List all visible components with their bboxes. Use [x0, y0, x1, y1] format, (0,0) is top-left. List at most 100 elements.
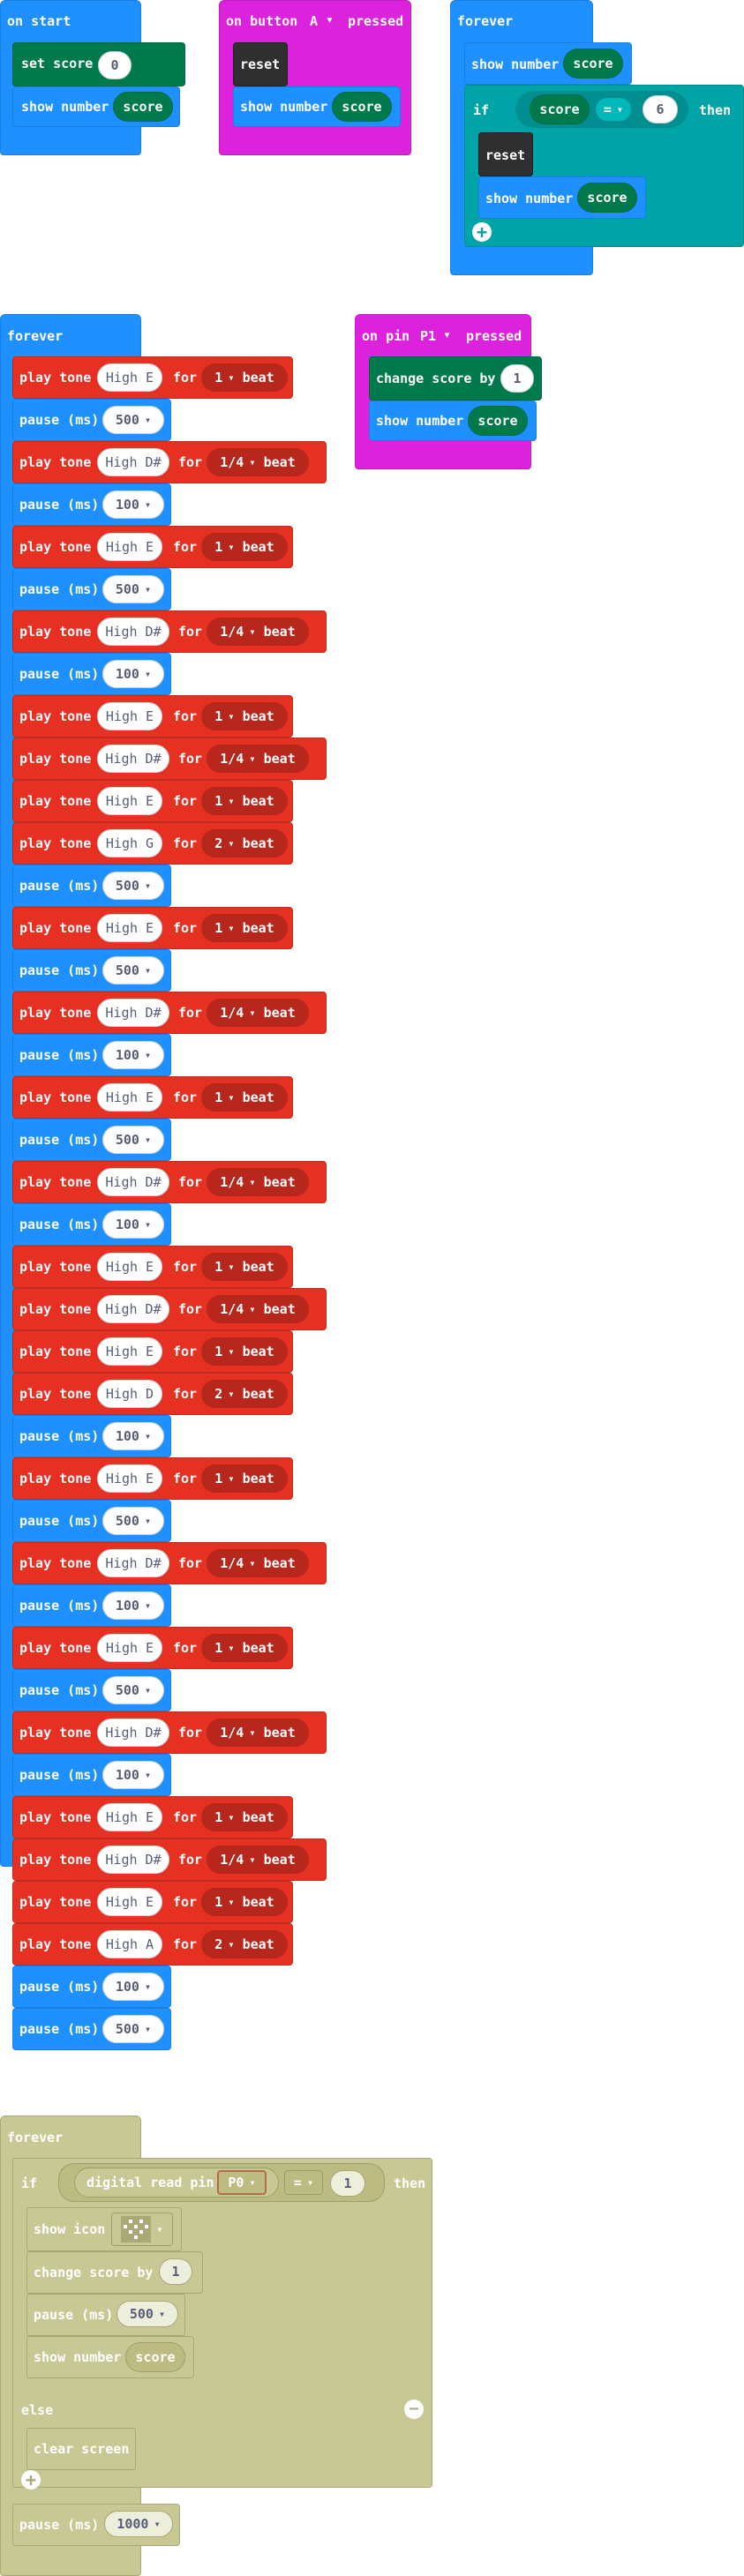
pause-value-dropdown[interactable]: 500 ▾ — [102, 1126, 164, 1154]
compare-value-input[interactable]: 6 — [643, 95, 678, 124]
note-input[interactable]: High E — [97, 1253, 162, 1281]
operator-dropdown[interactable]: = ▾ — [595, 97, 632, 122]
score-variable[interactable]: score — [563, 49, 623, 79]
score-variable[interactable]: score — [577, 183, 637, 213]
note-input[interactable]: High D# — [97, 999, 169, 1027]
chevron-down-icon: ▾ — [228, 1938, 235, 1951]
pause-value-dropdown[interactable]: 100 ▾ — [102, 1041, 164, 1069]
pin-p0-dropdown[interactable]: P0 ▾ — [217, 2170, 267, 2195]
beat-dropdown[interactable]: 1 ▾ beat — [201, 702, 288, 730]
for-label: for — [173, 1809, 198, 1825]
for-label: for — [178, 1174, 203, 1190]
set-score-value-input[interactable]: 0 — [98, 51, 132, 79]
pause-value-dropdown[interactable]: 1000 ▾ — [104, 2511, 173, 2537]
beat-label: beat — [263, 1852, 296, 1868]
note-input[interactable]: High D# — [97, 1168, 169, 1196]
pause-value-dropdown[interactable]: 500 ▾ — [102, 575, 164, 603]
note-input[interactable]: High D# — [97, 1549, 169, 1577]
note-input[interactable]: High E — [97, 787, 162, 815]
pause-value-dropdown[interactable]: 100 ▾ — [102, 1973, 164, 2001]
beat-dropdown[interactable]: 1 ▾ beat — [201, 1337, 288, 1366]
note-input[interactable]: High E — [97, 363, 162, 392]
pause-value-dropdown[interactable]: 500 ▾ — [116, 2301, 178, 2327]
beat-dropdown[interactable]: 1/4 ▾ beat — [207, 999, 309, 1027]
pause-value-dropdown[interactable]: 100 ▾ — [102, 1761, 164, 1789]
beat-dropdown[interactable]: 1 ▾ beat — [201, 1634, 288, 1662]
pause-value-dropdown[interactable]: 500 ▾ — [102, 956, 164, 985]
note-input[interactable]: High D# — [97, 1846, 169, 1874]
beat-label: beat — [242, 1809, 274, 1825]
pause-label: pause (ms) — [19, 1513, 100, 1529]
note-input[interactable]: High A — [97, 1930, 162, 1958]
pause-value-dropdown[interactable]: 500 ▾ — [102, 1676, 164, 1704]
note-input[interactable]: High D# — [97, 448, 169, 476]
score-variable[interactable]: score — [468, 406, 528, 436]
pause-label: pause (ms) — [19, 1217, 100, 1232]
pause-value-dropdown[interactable]: 100 ▾ — [102, 1422, 164, 1450]
note-input[interactable]: High E — [97, 1803, 162, 1831]
forever-label: forever — [7, 2130, 64, 2145]
change-value-input[interactable]: 1 — [500, 364, 534, 393]
beat-dropdown[interactable]: 1 ▾ beat — [201, 787, 288, 815]
note-input[interactable]: High E — [97, 533, 162, 561]
pause-value-dropdown[interactable]: 100 ▾ — [102, 1210, 164, 1239]
beat-dropdown[interactable]: 2 ▾ beat — [201, 1930, 288, 1958]
note-input[interactable]: High D# — [97, 618, 169, 646]
remove-else-icon[interactable]: − — [404, 2400, 424, 2419]
beat-dropdown[interactable]: 1 ▾ beat — [201, 914, 288, 942]
beat-dropdown[interactable]: 1/4 ▾ beat — [207, 745, 309, 773]
note-input[interactable]: High E — [97, 1337, 162, 1366]
add-else-icon[interactable]: + — [472, 222, 492, 242]
beat-dropdown[interactable]: 1/4 ▾ beat — [207, 1168, 309, 1196]
pause-value-dropdown[interactable]: 500 ▾ — [102, 1507, 164, 1535]
pause-value-dropdown[interactable]: 100 ▾ — [102, 660, 164, 688]
note-input[interactable]: High D — [97, 1380, 162, 1408]
beat-dropdown[interactable]: 1/4 ▾ beat — [207, 448, 309, 476]
score-variable[interactable]: score — [113, 92, 173, 122]
beat-dropdown[interactable]: 1/4 ▾ beat — [207, 1846, 309, 1874]
score-variable[interactable]: score — [125, 2342, 185, 2372]
note-input[interactable]: High E — [97, 914, 162, 942]
pause-value-dropdown[interactable]: 500 ▾ — [102, 872, 164, 900]
chevron-down-icon: ▾ — [228, 371, 235, 384]
else-label: else — [21, 2402, 54, 2418]
note-input[interactable]: High D# — [97, 745, 169, 773]
pause-value-dropdown[interactable]: 100 ▾ — [102, 490, 164, 519]
change-value-input[interactable]: 1 — [159, 2258, 192, 2285]
note-input[interactable]: High E — [97, 1464, 162, 1493]
button-a-dropdown[interactable]: A — [310, 15, 318, 28]
note-input[interactable]: High E — [97, 702, 162, 730]
pause-value-dropdown[interactable]: 500 ▾ — [102, 406, 164, 434]
beat-dropdown[interactable]: 1/4 ▾ beat — [207, 1549, 309, 1577]
beat-dropdown[interactable]: 1 ▾ beat — [201, 1888, 288, 1916]
score-variable[interactable]: score — [530, 94, 590, 124]
note-input[interactable]: High E — [97, 1634, 162, 1662]
add-else-icon[interactable]: + — [21, 2470, 41, 2490]
beat-dropdown[interactable]: 1 ▾ beat — [201, 1803, 288, 1831]
show-number-label: show number — [376, 413, 464, 429]
show-number-label: show number — [34, 2349, 122, 2365]
note-input[interactable]: High E — [97, 1083, 162, 1112]
beat-dropdown[interactable]: 1 ▾ beat — [201, 533, 288, 561]
note-input[interactable]: High D# — [97, 1295, 169, 1323]
beat-dropdown[interactable]: 1 ▾ beat — [201, 363, 288, 392]
beat-dropdown[interactable]: 2 ▾ beat — [201, 1380, 288, 1408]
pin-dropdown[interactable]: P1 — [420, 330, 436, 343]
note-input[interactable]: High D# — [97, 1719, 169, 1747]
beat-dropdown[interactable]: 2 ▾ beat — [201, 829, 288, 857]
beat-dropdown[interactable]: 1 ▾ beat — [201, 1083, 288, 1112]
note-input[interactable]: High G — [97, 829, 162, 857]
chevron-down-icon: ▾ — [249, 456, 256, 468]
compare-value-input[interactable]: 1 — [330, 2170, 365, 2197]
beat-dropdown[interactable]: 1 ▾ beat — [201, 1464, 288, 1493]
operator-dropdown[interactable]: = ▾ — [284, 2170, 323, 2195]
beat-dropdown[interactable]: 1 ▾ beat — [201, 1253, 288, 1281]
score-variable[interactable]: score — [332, 92, 392, 122]
pause-value-dropdown[interactable]: 500 ▾ — [102, 2015, 164, 2043]
beat-dropdown[interactable]: 1/4 ▾ beat — [207, 1295, 309, 1323]
pause-value-dropdown[interactable]: 100 ▾ — [102, 1591, 164, 1620]
note-input[interactable]: High E — [97, 1888, 162, 1916]
beat-dropdown[interactable]: 1/4 ▾ beat — [207, 618, 309, 646]
icon-dropdown[interactable]: ▾ — [111, 2213, 173, 2246]
beat-dropdown[interactable]: 1/4 ▾ beat — [207, 1719, 309, 1747]
